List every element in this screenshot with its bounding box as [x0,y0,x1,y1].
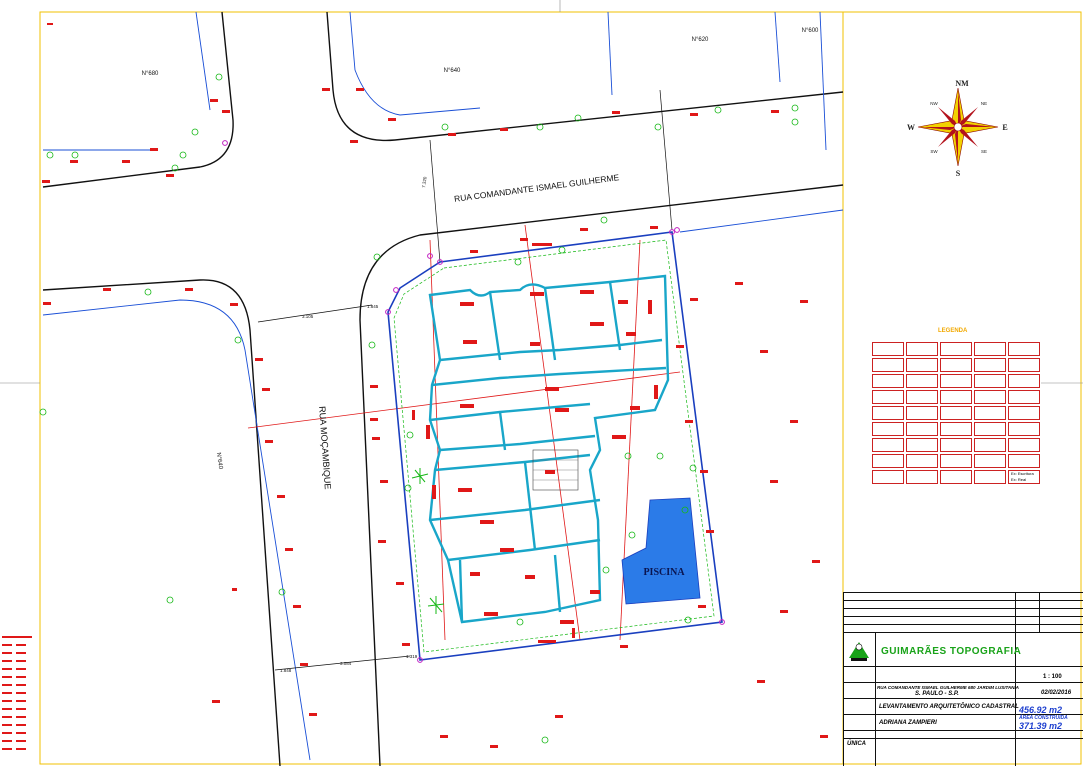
project-value: LEVANTAMENTO ARQUITETÔNICO CADASTRAL [879,704,1019,710]
legend-cell: Ex: Escritura Ex: Real [1008,470,1040,484]
legend-cell [1008,358,1040,372]
legend-cell [906,454,938,468]
compass-sw: SW [930,149,938,154]
address-value: RUA COMANDANTE ISMAEL GUILHERME 680 JARD… [877,685,1019,690]
lot-number: N°680 [142,71,159,77]
title-block: GUIMARÃES TOPOGRAFIA 1 : 100 RUA COMANDA… [843,592,1083,766]
legend-cell [940,454,972,468]
legend-cell [906,422,938,436]
legend-cell [940,374,972,388]
measure-label: 1.845 [367,304,379,309]
lot-number: N°640 [444,68,461,74]
company-logo [847,638,871,662]
legend-cell [940,470,972,484]
compass-ne: NE [981,101,987,106]
legend-cell [974,470,1006,484]
legend-cell [1008,422,1040,436]
legend-cell [906,470,938,484]
legend-cell [872,422,904,436]
legend-cell [940,438,972,452]
date-value: 02/02/2016 [1041,690,1072,696]
legend-cell [974,454,1006,468]
legend-cell [940,422,972,436]
measure-label: 3.105 [302,314,314,319]
compass-n: NM [955,79,969,88]
legend-cell [906,358,938,372]
legend-cell [906,374,938,388]
legend-cell [906,406,938,420]
pool [621,497,701,605]
legend-cell [940,358,972,372]
coordinates-table [2,636,32,750]
compass-w: W [907,123,915,132]
pool-label: PISCINA [643,567,685,578]
lot-lines [42,11,844,761]
client-value: ADRIANA ZAMPIERI [879,720,937,726]
legend-cell [940,390,972,404]
legend-cell [872,374,904,388]
legend-cell [940,406,972,420]
area-construida-value: 371.39 m2 [1019,721,1063,731]
lot-number: N°640 [215,452,223,470]
legend-cell [872,390,904,404]
legend-note: Ex: Escritura [1011,471,1034,476]
legend-cell [872,358,904,372]
legend-cell [974,374,1006,388]
measure-label: 1.319 [406,654,418,659]
city-value: S. PAULO - S.P. [915,691,959,697]
compass-e: E [1002,123,1007,132]
lot-number: N°620 [692,37,709,43]
compass-s: S [956,169,961,178]
legend-cell [974,358,1006,372]
area-terreno-value: 456.92 m2 [1019,705,1063,715]
legend-cell [872,342,904,356]
legend-cell [1008,390,1040,404]
legend-cell [872,454,904,468]
street-label-left: RUA MOÇAMBIQUE [317,406,333,490]
company-name: GUIMARÃES TOPOGRAFIA [881,646,1022,657]
legend-cell [1008,374,1040,388]
legend-cell [974,438,1006,452]
legend-cell [906,390,938,404]
legend-panel: LEGENDA Ex: Escritura Ex: Real [872,328,1041,496]
lot-number: N°600 [802,28,819,34]
legend-cell [974,406,1006,420]
survey-lines [247,224,681,641]
legend-cell [974,342,1006,356]
compass-se: SE [981,149,987,154]
legend-cell [940,342,972,356]
sheet-value: ÚNICA [847,741,866,747]
legend-title: LEGENDA [938,328,968,334]
legend-cell [1008,406,1040,420]
compass-rose [917,87,999,167]
legend-cell [872,438,904,452]
legend-cell [1008,342,1040,356]
measure-label: 3.084 [340,661,352,666]
compass-nw: NW [930,101,938,106]
legend-cell [872,406,904,420]
legend-cell [906,438,938,452]
legend-note: Ex: Real [1011,477,1027,482]
measure-label: 1.848 [280,668,292,673]
legend-cell [974,390,1006,404]
legend-cell [1008,438,1040,452]
legend-cell [974,422,1006,436]
legend-cell [906,342,938,356]
scale-value: 1 : 100 [1043,674,1062,680]
legend-cell [1008,454,1040,468]
measure-label: 7.320 [421,176,428,188]
street-label-top: RUA COMANDANTE ISMAEL GUILHERME [453,172,620,204]
legend-cell [872,470,904,484]
